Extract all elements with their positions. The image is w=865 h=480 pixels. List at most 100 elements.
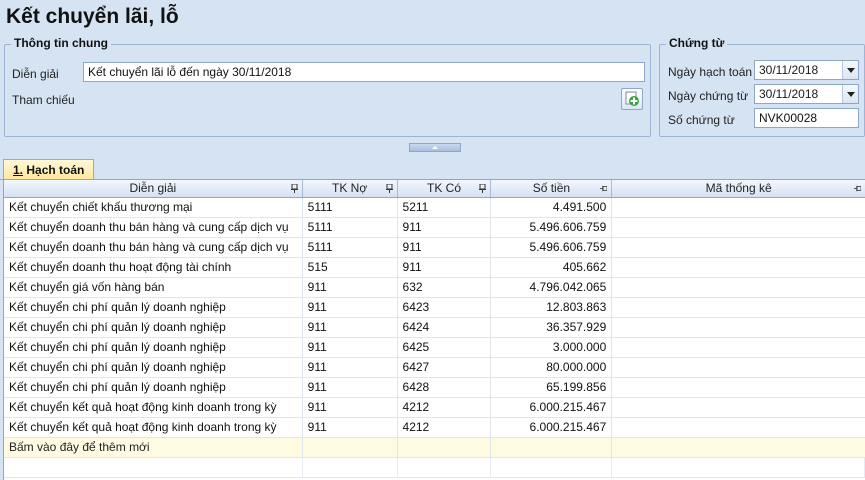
grid-cell-amount[interactable]: 6.000.215.467 [491,418,613,437]
pin-icon[interactable] [479,184,487,193]
grid-cell-desc[interactable]: Kết chuyển doanh thu bán hàng và cung cấ… [4,238,303,257]
grid-cell-credit[interactable]: 6428 [398,378,492,397]
collapse-header-button[interactable] [409,143,461,152]
grid-cell-code[interactable] [612,238,865,257]
grid-cell-debit[interactable]: 911 [303,418,398,437]
grid-cell-code[interactable] [612,358,865,377]
voucher-number-input[interactable]: NVK00028 [754,108,859,128]
table-row[interactable]: Kết chuyển giá vốn hàng bán 911 632 4.796.0… [4,278,865,298]
table-row[interactable]: Kết chuyển chi phí quản lý doanh nghiệp 9… [4,318,865,338]
grid-cell-debit[interactable]: 5111 [303,198,398,217]
grid-cell-credit[interactable]: 4212 [398,418,492,437]
voucher-date-picker[interactable]: 30/11/2018 [754,84,859,104]
column-header-stat-code[interactable]: Mã thống kê [612,180,865,197]
grid-cell-debit[interactable]: 911 [303,338,398,357]
grid-cell-credit[interactable]: 6424 [398,318,492,337]
grid-cell [398,438,492,457]
grid-cell-desc[interactable]: Kết chuyển chiết khấu thương mại [4,198,303,217]
grid-cell-code[interactable] [612,298,865,317]
grid-cell-credit[interactable]: 911 [398,258,492,277]
grid-cell-amount[interactable]: 65.199.856 [491,378,613,397]
grid-cell-credit[interactable]: 6425 [398,338,492,357]
table-row[interactable]: Kết chuyển kết quả hoạt động kinh doanh … [4,418,865,438]
grid-cell-debit[interactable]: 911 [303,378,398,397]
table-row[interactable]: Kết chuyển chi phí quản lý doanh nghiệp 9… [4,338,865,358]
table-row[interactable]: Kết chuyển doanh thu bán hàng và cung cấ… [4,218,865,238]
grid-cell-desc[interactable]: Kết chuyển chi phí quản lý doanh nghiệp [4,378,303,397]
table-row[interactable]: Kết chuyển chi phí quản lý doanh nghiệp 9… [4,358,865,378]
posting-date-picker[interactable]: 30/11/2018 [754,60,859,80]
grid-cell-amount[interactable]: 4.491.500 [491,198,613,217]
grid-cell-desc[interactable]: Kết chuyển chi phí quản lý doanh nghiệp [4,298,303,317]
grid-cell-debit[interactable]: 911 [303,278,398,297]
grid-cell-amount[interactable]: 4.796.042.065 [491,278,613,297]
table-row[interactable]: Kết chuyển chi phí quản lý doanh nghiệp 9… [4,378,865,398]
grid-cell-desc[interactable]: Kết chuyển giá vốn hàng bán [4,278,303,297]
grid-cell-desc[interactable]: Kết chuyển kết quả hoạt động kinh doanh … [4,418,303,437]
voucher-date-dropdown[interactable] [842,85,858,103]
grid-cell-code[interactable] [612,218,865,237]
voucher-date-value: 30/11/2018 [759,87,819,101]
grid-cell-debit[interactable]: 911 [303,358,398,377]
grid-cell-code[interactable] [612,318,865,337]
grid-cell [491,458,613,477]
pin-icon[interactable] [290,184,298,193]
grid-cell-credit[interactable]: 911 [398,218,492,237]
grid-cell-amount[interactable]: 80.000.000 [491,358,613,377]
grid-cell [612,458,865,477]
grid-cell-amount[interactable]: 6.000.215.467 [491,398,613,417]
description-input[interactable]: Kết chuyển lãi lỗ đến ngày 30/11/2018 [83,62,645,82]
description-label: Diễn giải [12,67,59,81]
grid-cell-amount[interactable]: 3.000.000 [491,338,613,357]
table-row[interactable]: Kết chuyển doanh thu hoạt động tài chính… [4,258,865,278]
grid-cell-debit[interactable]: 911 [303,318,398,337]
grid-cell-debit[interactable]: 5111 [303,218,398,237]
grid-cell-code[interactable] [612,278,865,297]
grid-cell-code[interactable] [612,398,865,417]
grid-cell-code[interactable] [612,338,865,357]
grid-cell-desc[interactable]: Kết chuyển doanh thu hoạt động tài chính [4,258,303,277]
add-new-label[interactable]: Bấm vào đây để thêm mới [4,438,303,457]
grid-cell-desc[interactable]: Kết chuyển chi phí quản lý doanh nghiệp [4,338,303,357]
grid-cell-debit[interactable]: 911 [303,398,398,417]
grid-cell-amount[interactable]: 5.496.606.759 [491,238,613,257]
tab-accounting[interactable]: 1. Hạch toán [3,159,95,180]
pin-icon[interactable] [600,184,608,193]
grid-cell-desc[interactable]: Kết chuyển doanh thu bán hàng và cung cấ… [4,218,303,237]
posting-date-dropdown[interactable] [842,61,858,79]
grid-cell-debit[interactable]: 5111 [303,238,398,257]
grid-cell-credit[interactable]: 6427 [398,358,492,377]
table-row[interactable]: Kết chuyển doanh thu bán hàng và cung cấ… [4,238,865,258]
table-row[interactable]: Kết chuyển kết quả hoạt động kinh doanh … [4,398,865,418]
column-header-label: Mã thống kê [705,181,772,195]
grid-cell-credit[interactable]: 911 [398,238,492,257]
pin-icon[interactable] [385,184,393,193]
grid-cell-desc[interactable]: Kết chuyển kết quả hoạt động kinh doanh … [4,398,303,417]
chevron-up-icon [432,146,438,149]
table-row[interactable]: Kết chuyển chiết khấu thương mại 5111 5211… [4,198,865,218]
column-header-amount[interactable]: Số tiền [491,180,613,197]
grid-cell-code[interactable] [612,258,865,277]
table-row[interactable]: Kết chuyển chi phí quản lý doanh nghiệp 9… [4,298,865,318]
grid-cell-code[interactable] [612,378,865,397]
add-reference-button[interactable] [621,88,643,110]
grid-cell-amount[interactable]: 12.803.863 [491,298,613,317]
grid-cell-code[interactable] [612,418,865,437]
grid-cell-amount[interactable]: 36.357.929 [491,318,613,337]
grid-cell-credit[interactable]: 4212 [398,398,492,417]
grid-cell-desc[interactable]: Kết chuyển chi phí quản lý doanh nghiệp [4,358,303,377]
column-header-debit[interactable]: TK Nợ [303,180,398,197]
grid-cell-debit[interactable]: 911 [303,298,398,317]
column-header-credit[interactable]: TK Có [398,180,492,197]
add-new-row[interactable]: Bấm vào đây để thêm mới [4,438,865,458]
column-header-description[interactable]: Diễn giải [4,180,303,197]
grid-cell-amount[interactable]: 405.662 [491,258,613,277]
grid-cell-credit[interactable]: 632 [398,278,492,297]
grid-cell-debit[interactable]: 515 [303,258,398,277]
grid-cell-credit[interactable]: 6423 [398,298,492,317]
grid-cell-amount[interactable]: 5.496.606.759 [491,218,613,237]
grid-cell-credit[interactable]: 5211 [398,198,492,217]
grid-cell-desc[interactable]: Kết chuyển chi phí quản lý doanh nghiệp [4,318,303,337]
grid-cell-code[interactable] [612,198,865,217]
pin-icon[interactable] [854,184,861,193]
